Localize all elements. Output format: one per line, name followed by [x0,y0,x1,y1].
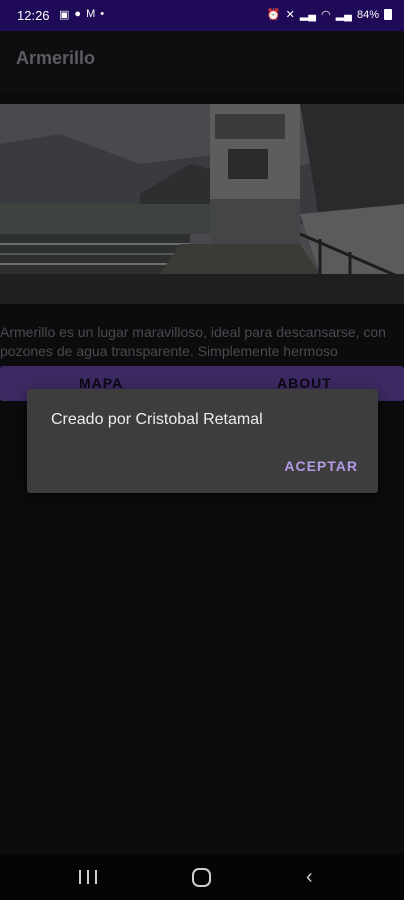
battery-percent: 84% [356,8,379,21]
gmail-icon: M [86,8,96,20]
status-bar: 12:26 ▣ ● M • ⏰ ✕ ▂▄ ◠ ▂▄ 84% [0,0,404,31]
mute-icon: ✕ [285,9,295,21]
accept-button[interactable]: ACEPTAR [284,458,358,474]
signal-icon: ▂▄ [299,9,317,21]
about-dialog: Creado por Cristobal Retamal ACEPTAR [27,389,378,493]
alarm-icon: ⏰ [266,9,281,21]
recents-icon[interactable] [79,870,97,884]
landscape-photo [0,104,404,304]
messenger-icon: ● [74,8,82,20]
dialog-message: Creado por Cristobal Retamal [51,411,263,428]
home-icon[interactable] [192,868,211,887]
app-bar: Armerillo [0,31,404,91]
dot-icon: • [100,8,105,20]
place-description: Armerillo es un lugar maravilloso, ideal… [0,324,386,359]
status-time: 12:26 [17,8,50,23]
gallery-icon: ▣ [59,9,70,21]
navigation-bar: ‹ [0,854,404,900]
notification-icons: ▣ ● M • [59,8,104,21]
app-title: Armerillo [16,48,96,68]
battery-icon [384,9,392,20]
system-icons: ⏰ ✕ ▂▄ ◠ ▂▄ 84% [267,8,392,21]
back-icon[interactable]: ‹ [306,866,313,889]
signal-icon-2: ▂▄ [335,9,352,21]
wifi-icon: ◠ [321,9,331,21]
hero-image [0,104,404,304]
